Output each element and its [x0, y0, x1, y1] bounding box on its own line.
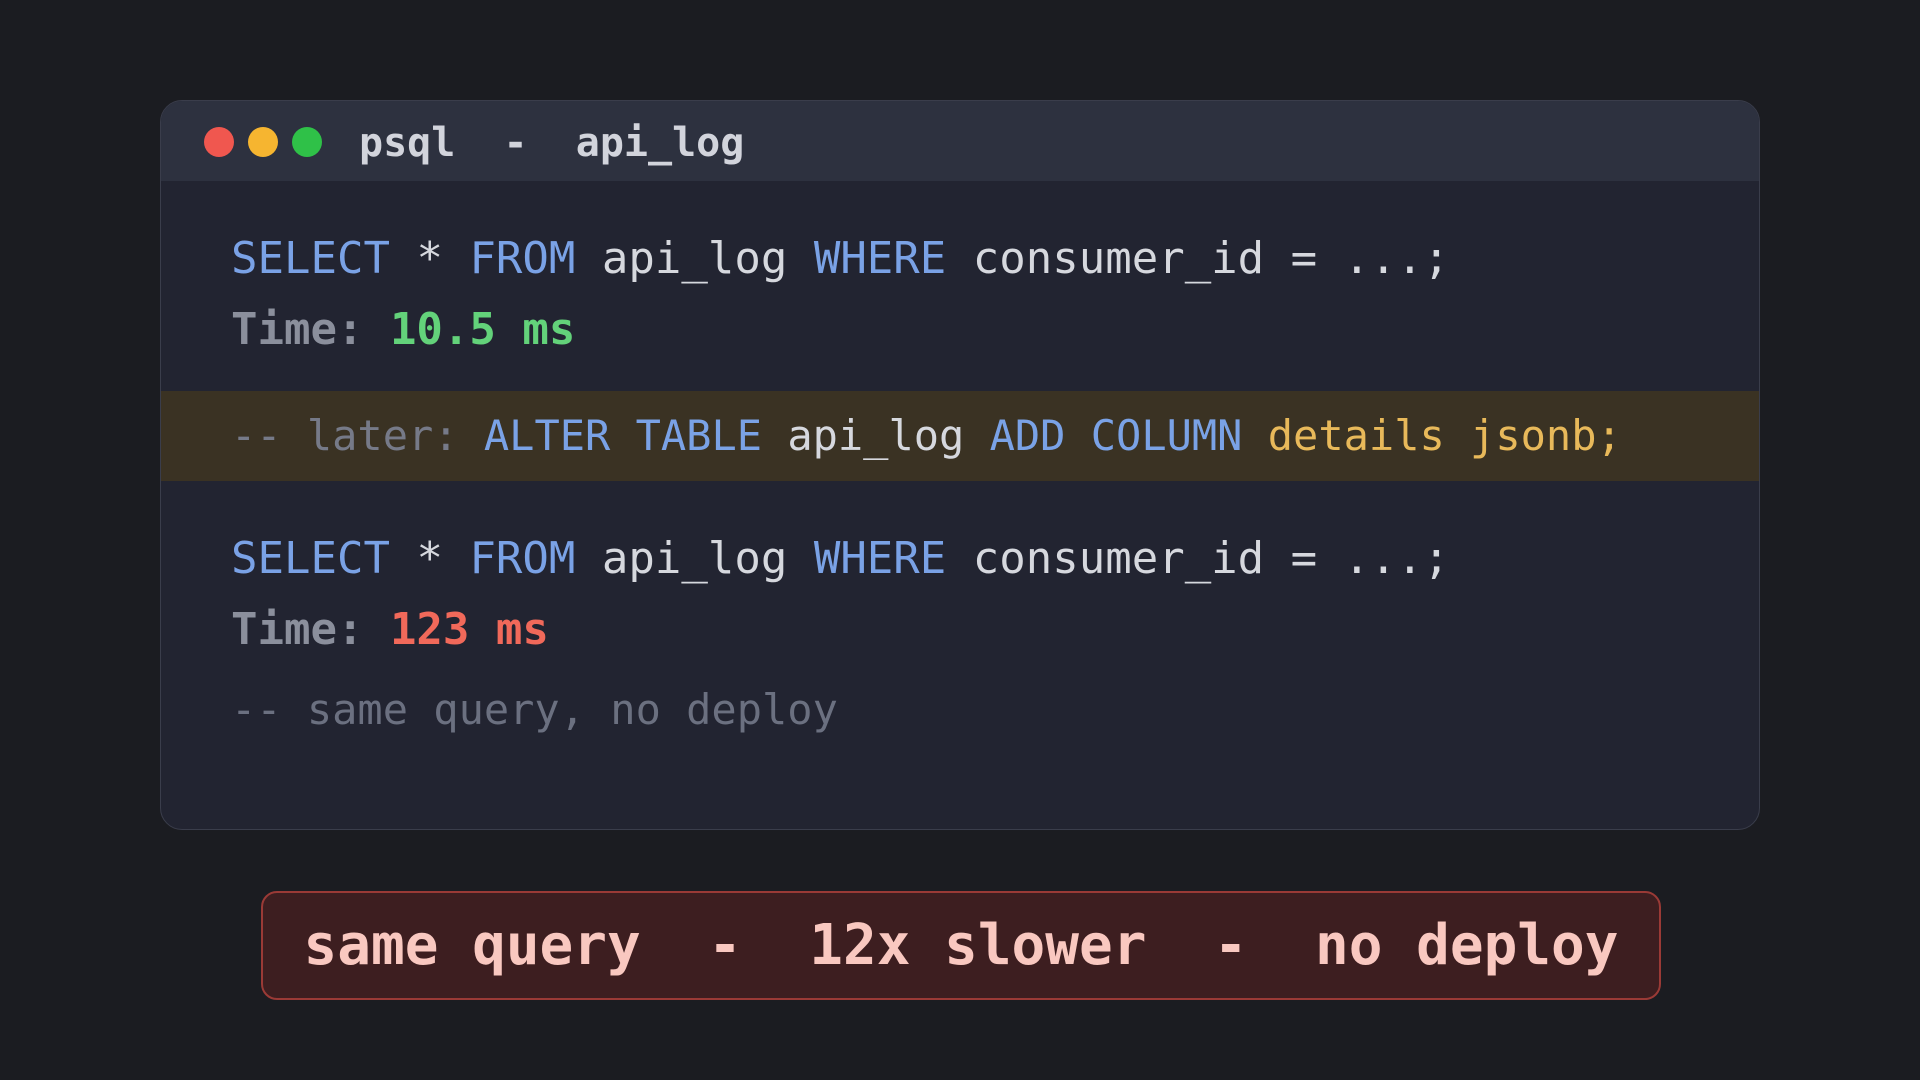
- keyword-select: SELECT: [231, 233, 390, 284]
- select-star: *: [389, 533, 470, 584]
- timing-line-first: Time: 10.5 ms: [231, 304, 575, 357]
- query-line-first: SELECT * FROM api_log WHERE consumer_id …: [231, 233, 1450, 286]
- table-name: api_log: [575, 233, 814, 284]
- where-condition: consumer_id = ...;: [946, 533, 1450, 584]
- title-bar: psql - api_log: [161, 101, 1759, 181]
- time-label: Time:: [231, 304, 364, 355]
- summary-callout: same query - 12x slower - no deploy: [261, 891, 1661, 1000]
- note-comment: -- same query, no deploy: [231, 685, 838, 734]
- select-star: *: [389, 233, 470, 284]
- keyword-from: FROM: [469, 533, 576, 584]
- migration-table-name: api_log: [762, 411, 990, 460]
- query-line-second: SELECT * FROM api_log WHERE consumer_id …: [231, 533, 1450, 586]
- keyword-where: WHERE: [813, 233, 947, 284]
- keyword-select: SELECT: [231, 533, 390, 584]
- time-value-slow: 123 ms: [363, 604, 549, 655]
- maximize-button[interactable]: [292, 127, 322, 157]
- timing-line-second: Time: 123 ms: [231, 604, 549, 657]
- keyword-where: WHERE: [813, 533, 947, 584]
- keyword-from: FROM: [469, 233, 576, 284]
- time-value-fast: 10.5 ms: [363, 304, 576, 355]
- minimize-button[interactable]: [248, 127, 278, 157]
- migration-line: -- later: ALTER TABLE api_log ADD COLUMN…: [231, 411, 1622, 461]
- time-label: Time:: [231, 604, 364, 655]
- terminal-window: psql - api_log SELECT * FROM api_log WHE…: [160, 100, 1760, 830]
- window-title: psql - api_log: [359, 120, 745, 166]
- migration-comment: -- later:: [231, 411, 484, 460]
- close-button[interactable]: [204, 127, 234, 157]
- new-column-definition: details jsonb;: [1242, 411, 1622, 460]
- table-name: api_log: [575, 533, 814, 584]
- keyword-alter-table: ALTER TABLE: [483, 411, 763, 460]
- where-condition: consumer_id = ...;: [946, 233, 1450, 284]
- keyword-add-column: ADD COLUMN: [989, 411, 1243, 460]
